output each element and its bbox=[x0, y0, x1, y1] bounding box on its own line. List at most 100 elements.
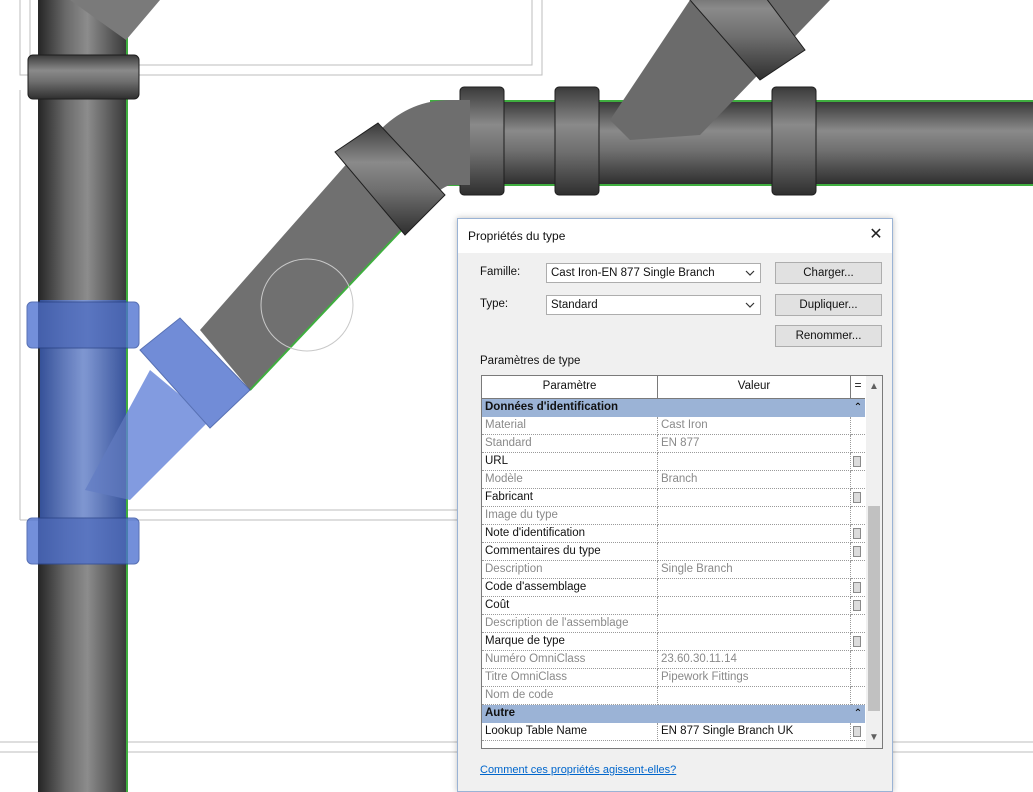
row-edit-cell bbox=[851, 561, 865, 579]
table-row[interactable]: Fabricant bbox=[482, 489, 865, 507]
parameter-name: Description bbox=[482, 561, 658, 579]
parameter-value bbox=[658, 687, 851, 705]
chevron-down-icon bbox=[745, 270, 755, 276]
row-edit-cell bbox=[851, 687, 865, 705]
parameter-name: Note d'identification bbox=[482, 525, 658, 543]
row-edit-cell bbox=[851, 669, 865, 687]
edit-button-icon[interactable] bbox=[853, 528, 861, 539]
parameter-value[interactable] bbox=[658, 633, 851, 651]
parameter-value[interactable] bbox=[658, 489, 851, 507]
parameter-name: Modèle bbox=[482, 471, 658, 489]
parameter-name: Titre OmniClass bbox=[482, 669, 658, 687]
parameter-value[interactable] bbox=[658, 543, 851, 561]
grid-header: Paramètre Valeur = bbox=[482, 376, 865, 399]
charger-button[interactable]: Charger... bbox=[775, 262, 882, 284]
type-properties-dialog: Propriétés du type ✕ Famille: Cast Iron-… bbox=[457, 218, 893, 792]
row-edit-cell bbox=[851, 579, 865, 597]
parameter-value[interactable] bbox=[658, 597, 851, 615]
edit-button-icon[interactable] bbox=[853, 582, 861, 593]
row-edit-cell bbox=[851, 471, 865, 489]
table-row[interactable]: Code d'assemblage bbox=[482, 579, 865, 597]
famille-label: Famille: bbox=[480, 266, 521, 278]
edit-button-icon[interactable] bbox=[853, 456, 861, 467]
table-row[interactable]: Titre OmniClass Pipework Fittings bbox=[482, 669, 865, 687]
table-row[interactable]: Description de l'assemblage bbox=[482, 615, 865, 633]
row-edit-cell bbox=[851, 525, 865, 543]
parameter-value[interactable]: EN 877 Single Branch UK bbox=[658, 723, 851, 741]
table-row[interactable]: Description Single Branch bbox=[482, 561, 865, 579]
edit-button-icon[interactable] bbox=[853, 492, 861, 503]
group-header-autre[interactable]: Autre ⌃ bbox=[482, 705, 865, 723]
parameter-value: Cast Iron bbox=[658, 417, 851, 435]
edit-button-icon[interactable] bbox=[853, 600, 861, 611]
parameter-name: Material bbox=[482, 417, 658, 435]
row-edit-cell bbox=[851, 435, 865, 453]
type-parameters-label: Paramètres de type bbox=[480, 355, 581, 367]
table-row[interactable]: Numéro OmniClass 23.60.30.11.14 bbox=[482, 651, 865, 669]
row-edit-cell bbox=[851, 417, 865, 435]
parameter-name: Nom de code bbox=[482, 687, 658, 705]
famille-select[interactable]: Cast Iron-EN 877 Single Branch bbox=[546, 263, 761, 283]
edit-button-icon[interactable] bbox=[853, 636, 861, 647]
row-edit-cell bbox=[851, 543, 865, 561]
collapse-icon[interactable]: ⌃ bbox=[851, 399, 865, 417]
row-edit-cell bbox=[851, 723, 865, 741]
scroll-thumb[interactable] bbox=[868, 506, 880, 711]
famille-value: Cast Iron-EN 877 Single Branch bbox=[551, 267, 715, 279]
dupliquer-button[interactable]: Dupliquer... bbox=[775, 294, 882, 316]
parameter-name: Code d'assemblage bbox=[482, 579, 658, 597]
table-row[interactable]: Coût bbox=[482, 597, 865, 615]
table-row[interactable]: Standard EN 877 bbox=[482, 435, 865, 453]
grid-rows: Données d'identification ⌃ Material Cast … bbox=[482, 399, 865, 741]
parameter-name: Coût bbox=[482, 597, 658, 615]
close-icon[interactable]: ✕ bbox=[860, 219, 892, 251]
parameter-value[interactable] bbox=[658, 579, 851, 597]
parameter-name: Lookup Table Name bbox=[482, 723, 658, 741]
collapse-icon[interactable]: ⌃ bbox=[851, 705, 865, 723]
parameter-name: Marque de type bbox=[482, 633, 658, 651]
chevron-down-icon bbox=[745, 302, 755, 308]
vertical-scrollbar[interactable]: ▲ ▼ bbox=[866, 376, 882, 748]
group-header-identification[interactable]: Données d'identification ⌃ bbox=[482, 399, 865, 417]
parameter-value[interactable] bbox=[658, 453, 851, 471]
table-row[interactable]: URL bbox=[482, 453, 865, 471]
parameter-value: Single Branch bbox=[658, 561, 851, 579]
table-row[interactable]: Nom de code bbox=[482, 687, 865, 705]
column-header-valeur[interactable]: Valeur bbox=[658, 376, 851, 398]
table-row[interactable]: Marque de type bbox=[482, 633, 865, 651]
table-row[interactable]: Modèle Branch bbox=[482, 471, 865, 489]
parameter-name: Fabricant bbox=[482, 489, 658, 507]
column-header-parametre[interactable]: Paramètre bbox=[482, 376, 658, 398]
type-value: Standard bbox=[551, 299, 598, 311]
parameter-name: Standard bbox=[482, 435, 658, 453]
scroll-down-icon[interactable]: ▼ bbox=[866, 730, 882, 746]
parameter-name: Numéro OmniClass bbox=[482, 651, 658, 669]
row-edit-cell bbox=[851, 615, 865, 633]
edit-button-icon[interactable] bbox=[853, 726, 861, 737]
row-edit-cell bbox=[851, 633, 865, 651]
parameter-value bbox=[658, 507, 851, 525]
renommer-button[interactable]: Renommer... bbox=[775, 325, 882, 347]
table-row[interactable]: Commentaires du type bbox=[482, 543, 865, 561]
group-title: Autre bbox=[485, 707, 516, 719]
parameter-value bbox=[658, 615, 851, 633]
type-select[interactable]: Standard bbox=[546, 295, 761, 315]
parameter-name: Image du type bbox=[482, 507, 658, 525]
parameter-value: Pipework Fittings bbox=[658, 669, 851, 687]
row-edit-cell bbox=[851, 489, 865, 507]
parameter-name: Description de l'assemblage bbox=[482, 615, 658, 633]
table-row[interactable]: Material Cast Iron bbox=[482, 417, 865, 435]
edit-button-icon[interactable] bbox=[853, 546, 861, 557]
table-row[interactable]: Lookup Table Name EN 877 Single Branch UK bbox=[482, 723, 865, 741]
parameter-name: URL bbox=[482, 453, 658, 471]
parameter-value: EN 877 bbox=[658, 435, 851, 453]
table-row[interactable]: Note d'identification bbox=[482, 525, 865, 543]
type-parameters-grid: Paramètre Valeur = Données d'identificat… bbox=[481, 375, 883, 749]
parameter-value: 23.60.30.11.14 bbox=[658, 651, 851, 669]
sort-toggle[interactable]: = bbox=[851, 376, 865, 398]
type-label: Type: bbox=[480, 298, 509, 310]
help-link[interactable]: Comment ces propriétés agissent-elles? bbox=[480, 764, 676, 776]
parameter-value[interactable] bbox=[658, 525, 851, 543]
scroll-up-icon[interactable]: ▲ bbox=[866, 379, 882, 395]
table-row[interactable]: Image du type bbox=[482, 507, 865, 525]
